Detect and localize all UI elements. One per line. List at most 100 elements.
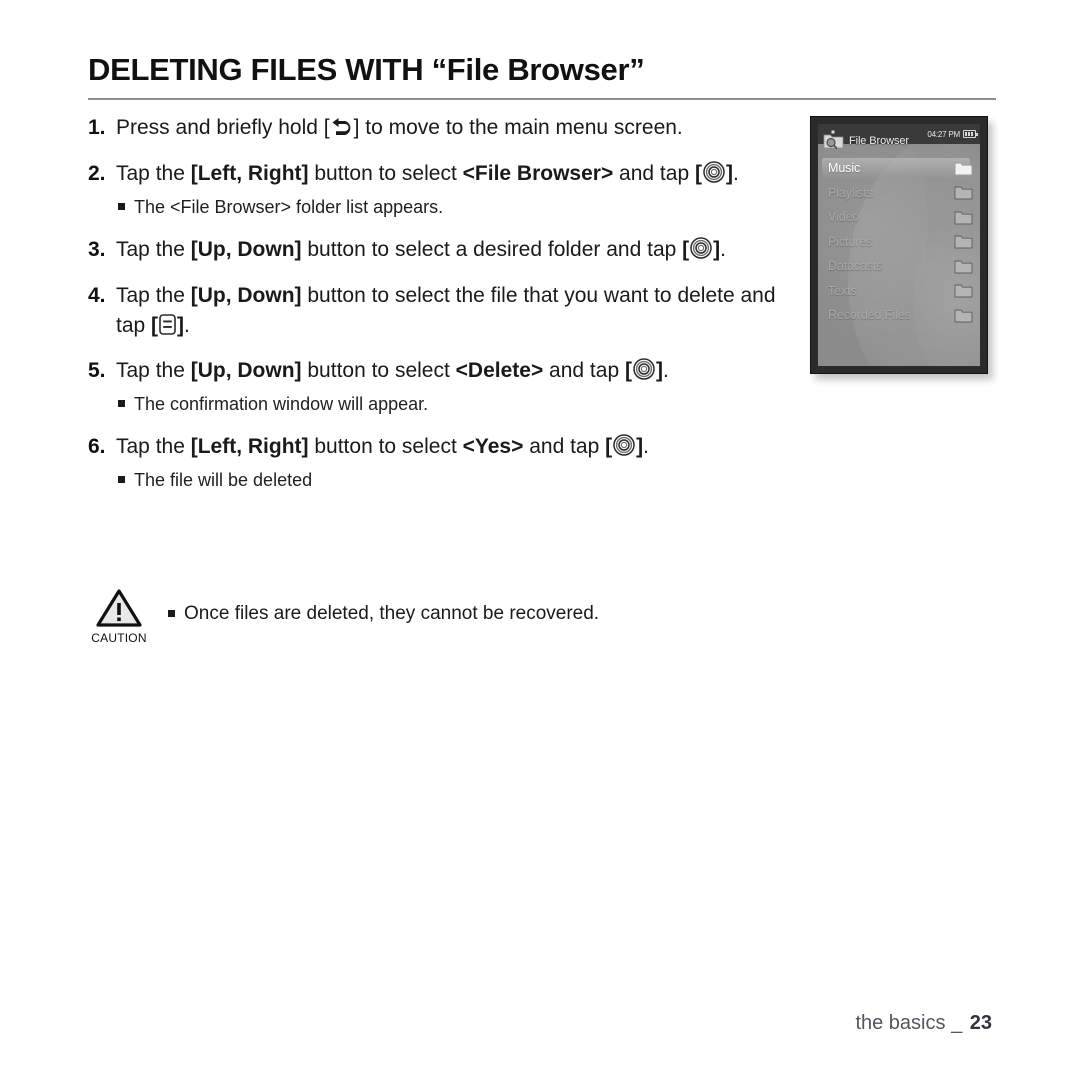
menu-item-label: Playlists xyxy=(828,185,873,200)
step-text-emphasis: [Left, Right] xyxy=(190,435,309,459)
step-text-run: ] to move to the main menu screen. xyxy=(353,116,683,139)
select-circle-icon xyxy=(613,434,635,457)
step-text-run: . xyxy=(643,435,649,459)
step-number: 2. xyxy=(88,161,106,185)
step-text-run: button to select a desired folder and ta… xyxy=(301,237,683,261)
folder-icon xyxy=(954,308,973,323)
step-text: Tap the [Up, Down] button to select the … xyxy=(116,281,800,341)
page-footer: the basics _ 23 xyxy=(855,1012,992,1035)
bullet-square-icon xyxy=(118,400,125,408)
file-browser-menu-item[interactable]: Datacasts xyxy=(818,254,980,279)
page-title: DELETING FILES WITH “File Browser” xyxy=(88,52,645,87)
step-text-run: Tap the xyxy=(116,283,191,307)
step-text: Press and briefly hold [ ] to move to the… xyxy=(116,113,800,143)
step-text-run: and tap xyxy=(543,359,625,383)
instruction-step: 5. Tap the [Up, Down] button to select <D… xyxy=(88,356,800,386)
step-text-emphasis: [ xyxy=(605,435,613,459)
step-text-emphasis: <File Browser> xyxy=(462,161,614,185)
step-number: 6. xyxy=(88,435,106,459)
bullet-square-icon xyxy=(168,610,175,617)
step-note: The file will be deleted xyxy=(118,468,800,492)
menu-item-label: Recorded Files xyxy=(828,308,911,323)
step-text-run: . xyxy=(720,237,726,261)
screen-title-bar: File Browser xyxy=(818,128,980,154)
step-text-emphasis: ] xyxy=(725,161,733,185)
device-mockup: 04:27 PM File Browser Music Playlists Vide… xyxy=(810,116,988,374)
select-circle-icon xyxy=(633,358,655,381)
step-text: Tap the [Left, Right] button to select <… xyxy=(116,432,800,462)
menu-item-label: Music xyxy=(828,161,861,176)
step-text-run: . xyxy=(662,359,669,383)
caution-block: CAUTION Once files are deleted, they can… xyxy=(88,588,599,645)
menu-item-label: Texts xyxy=(828,283,857,298)
step-text: Tap the [Up, Down] button to select a de… xyxy=(116,235,800,265)
step-text-run: . xyxy=(732,161,739,185)
step-text-emphasis: [Up, Down] xyxy=(190,237,302,261)
bullet-square-icon xyxy=(118,202,125,210)
step-text-emphasis: [Up, Down] xyxy=(190,283,302,307)
file-browser-menu-item[interactable]: Music xyxy=(818,156,980,181)
file-browser-menu-item[interactable]: Playlists xyxy=(818,181,980,206)
instruction-steps: 1. Press and briefly hold [ ] to move to t… xyxy=(88,113,800,509)
instruction-step: 2. Tap the [Left, Right] button to select… xyxy=(88,159,800,189)
footer-separator: _ xyxy=(951,1012,963,1034)
file-browser-menu-item[interactable]: Recorded Files xyxy=(818,303,980,328)
menu-item-label: Pictures xyxy=(828,234,873,249)
menu-button-icon xyxy=(159,313,176,335)
file-browser-menu-item[interactable]: Texts xyxy=(818,279,980,304)
step-note: The <File Browser> folder list appears. xyxy=(118,195,800,219)
step-text-emphasis: [ xyxy=(694,161,702,185)
step-note: The confirmation window will appear. xyxy=(118,392,800,416)
step-text-run: Tap the xyxy=(116,237,191,261)
folder-icon xyxy=(954,185,973,200)
folder-icon xyxy=(954,259,973,274)
file-browser-menu-list[interactable]: Music Playlists Video Pictures Datacasts Text… xyxy=(818,156,980,328)
file-browser-folder-search-icon xyxy=(823,130,847,152)
footer-section-label: the basics xyxy=(855,1012,946,1034)
menu-item-label: Datacasts xyxy=(828,259,883,274)
file-browser-menu-item[interactable]: Pictures xyxy=(818,230,980,255)
step-number: 5. xyxy=(88,359,106,383)
file-browser-menu-item[interactable]: Video xyxy=(818,205,980,230)
step-note-text: The <File Browser> folder list appears. xyxy=(134,196,444,217)
step-number: 1. xyxy=(88,116,106,139)
caution-text-row: Once files are deleted, they cannot be r… xyxy=(168,602,599,627)
step-text-run: button to select xyxy=(308,435,463,459)
step-text-emphasis: ] xyxy=(655,359,663,383)
step-text-run: Tap the xyxy=(116,359,191,383)
step-text-run: button to select xyxy=(308,161,463,185)
step-text: Tap the [Up, Down] button to select <Del… xyxy=(116,356,800,386)
device-screen: 04:27 PM File Browser Music Playlists Vide… xyxy=(818,124,980,366)
step-text-run: button to select xyxy=(301,359,456,383)
caution-label: CAUTION xyxy=(91,631,147,645)
step-text-emphasis: <Delete> xyxy=(455,359,544,383)
title-divider xyxy=(88,97,996,100)
caution-message: Once files are deleted, they cannot be r… xyxy=(184,603,600,624)
step-note-text: The file will be deleted xyxy=(134,470,313,491)
step-number: 3. xyxy=(88,237,106,261)
step-text-emphasis: [Left, Right] xyxy=(190,161,309,185)
page-number: 23 xyxy=(969,1012,992,1034)
caution-mark: CAUTION xyxy=(88,588,150,645)
folder-icon xyxy=(954,161,973,176)
step-text-run: and tap xyxy=(523,435,606,459)
select-circle-icon xyxy=(690,237,712,259)
step-text-emphasis: ] xyxy=(177,313,185,337)
bullet-square-icon xyxy=(118,476,125,484)
step-text-emphasis: [ xyxy=(682,237,690,261)
step-note-text: The confirmation window will appear. xyxy=(134,394,429,415)
step-text: Tap the [Left, Right] button to select <… xyxy=(116,159,800,189)
title-block: DELETING FILES WITH “File Browser” xyxy=(88,52,996,100)
folder-icon xyxy=(954,283,973,298)
step-text-emphasis: [ xyxy=(624,359,632,383)
folder-icon xyxy=(954,210,973,225)
step-text-run: Press and briefly hold [ xyxy=(116,116,330,139)
step-text-run: Tap the xyxy=(116,161,191,185)
screen-title: File Browser xyxy=(849,135,909,147)
step-text-run: Tap the xyxy=(116,435,191,459)
step-text-emphasis: <Yes> xyxy=(462,435,524,459)
select-circle-icon xyxy=(703,161,725,183)
step-text-run: . xyxy=(184,313,190,337)
menu-item-label: Video xyxy=(828,210,860,225)
manual-page: DELETING FILES WITH “File Browser” 1. Pre… xyxy=(0,0,1080,1080)
